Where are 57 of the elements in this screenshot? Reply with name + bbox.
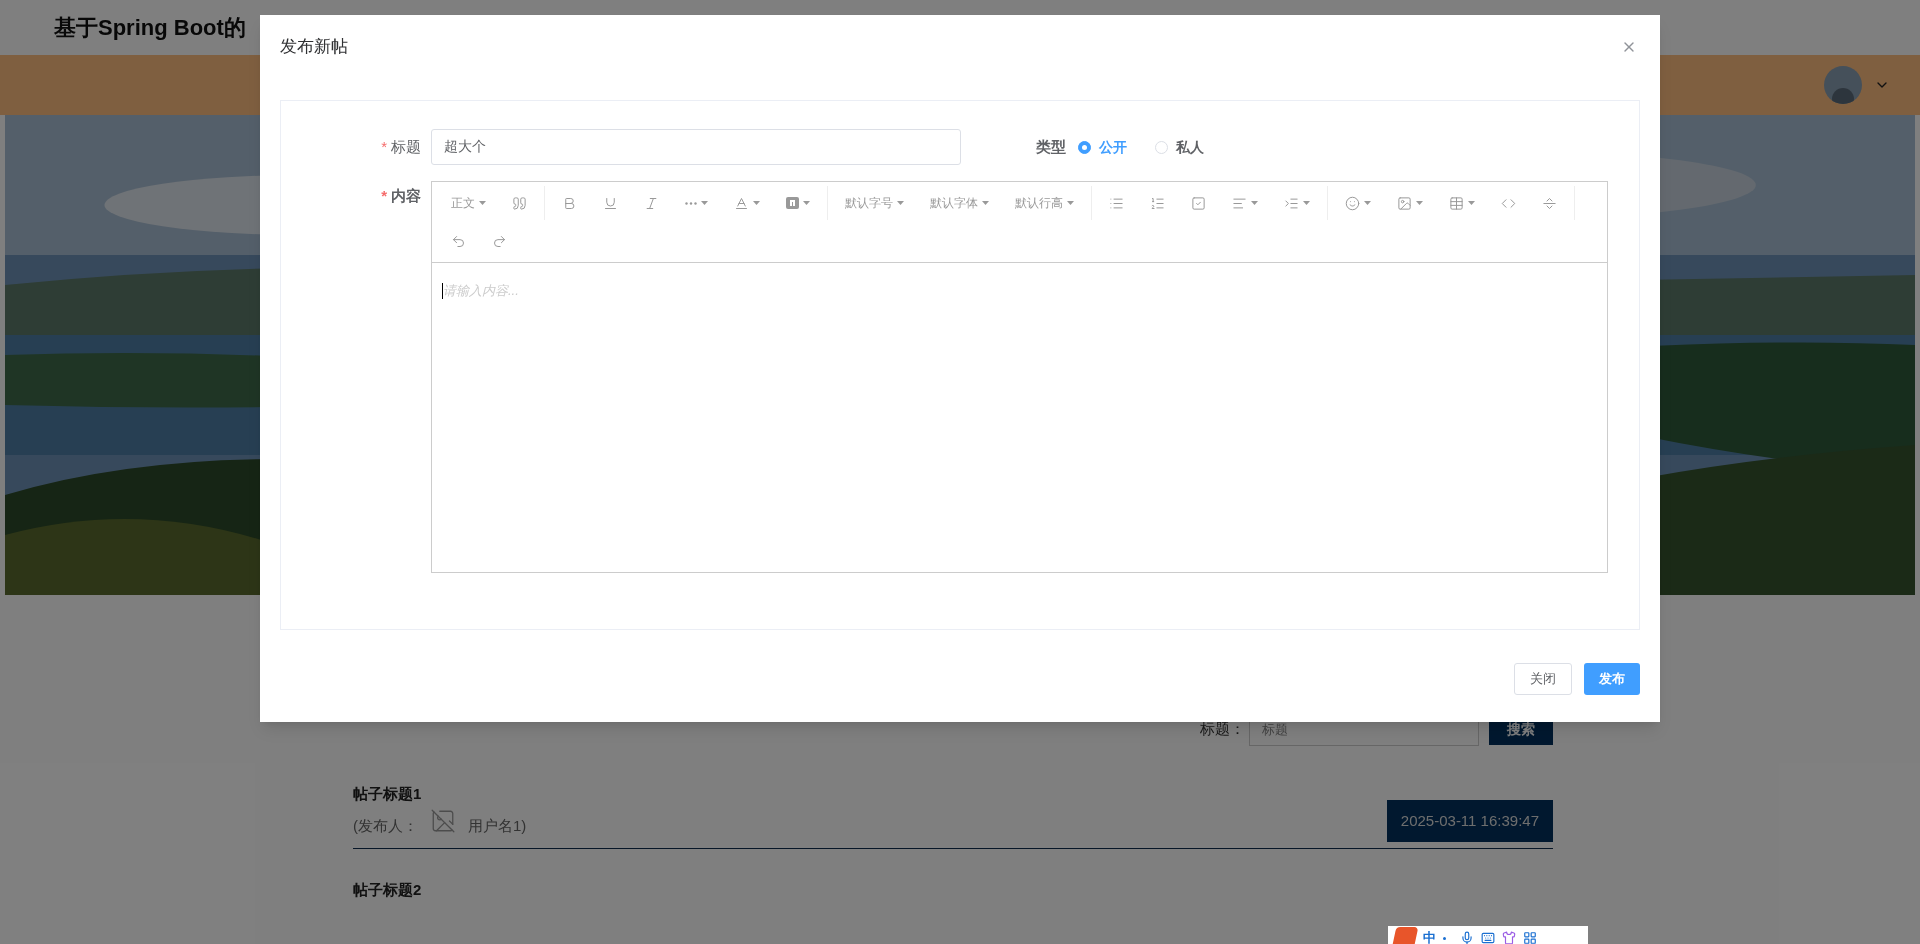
bullet-list-icon: [1109, 195, 1124, 211]
font-family-dropdown[interactable]: 默认字体: [917, 182, 1002, 224]
line-height-dropdown[interactable]: 默认行高: [1002, 182, 1087, 224]
title-field[interactable]: 超大个: [431, 129, 961, 165]
bold-icon: [562, 195, 577, 211]
undo-icon: [451, 233, 466, 249]
avatar-icon[interactable]: [1824, 66, 1862, 104]
dialog-title: 发布新帖: [280, 36, 348, 59]
block-format-dropdown[interactable]: 正文: [438, 182, 499, 224]
table-icon: [1449, 195, 1464, 211]
align-left-icon: [1232, 195, 1247, 211]
redo-icon: [492, 233, 507, 249]
caret-icon: [803, 201, 810, 205]
italic-icon: [644, 195, 659, 211]
keyboard-icon[interactable]: [1481, 931, 1495, 944]
caret-icon: [1251, 201, 1258, 205]
author-name: 用户名1): [468, 815, 527, 836]
highlight-icon: [786, 197, 799, 209]
caret-icon: [982, 201, 989, 205]
field-label: 类型: [1036, 136, 1066, 157]
quote-icon: [512, 195, 527, 211]
post-time: 2025-03-11 16:39:47: [1386, 799, 1553, 842]
caret-icon: [897, 201, 904, 205]
caret-icon: [479, 201, 486, 205]
search-label: 标题：: [1200, 718, 1245, 739]
ellipsis-icon: [685, 201, 697, 205]
caret-icon: [701, 201, 708, 205]
publish-button[interactable]: 发布: [1584, 663, 1640, 695]
caret-icon: [1067, 201, 1074, 205]
indent-icon: [1284, 195, 1299, 211]
font-color-icon: [734, 195, 749, 211]
shirt-icon[interactable]: [1502, 931, 1516, 944]
author-prefix: (发布人：: [353, 815, 418, 836]
caret-icon: [1416, 201, 1423, 205]
font-size-dropdown[interactable]: 默认字号: [832, 182, 917, 224]
close-button[interactable]: 关闭: [1514, 663, 1572, 695]
numbered-list-icon: [1150, 195, 1165, 211]
radio-option[interactable]: 私人: [1155, 136, 1204, 158]
post-title[interactable]: 帖子标题2: [353, 879, 1553, 902]
broken-image-icon: [430, 807, 456, 834]
field-label: * 内容: [381, 187, 421, 204]
divider-icon: [1542, 195, 1557, 211]
microphone-icon[interactable]: [1460, 931, 1474, 944]
underline-icon: [603, 195, 618, 211]
field-label: * 标题: [381, 137, 421, 155]
input-mode-toggle[interactable]: 中: [1423, 928, 1436, 944]
radio-option[interactable]: 公开: [1078, 136, 1127, 158]
smiley-icon: [1345, 195, 1360, 211]
ime-logo-icon: [1391, 927, 1419, 944]
grid-icon[interactable]: [1523, 931, 1537, 944]
caret-icon: [1364, 201, 1371, 205]
caret-icon: [753, 201, 760, 205]
caret-icon: [1468, 201, 1475, 205]
checkbox-icon: [1191, 195, 1206, 211]
image-icon: [1397, 195, 1412, 211]
caret-icon: [1303, 201, 1310, 205]
site-title: 基于Spring Boot的: [54, 14, 246, 42]
